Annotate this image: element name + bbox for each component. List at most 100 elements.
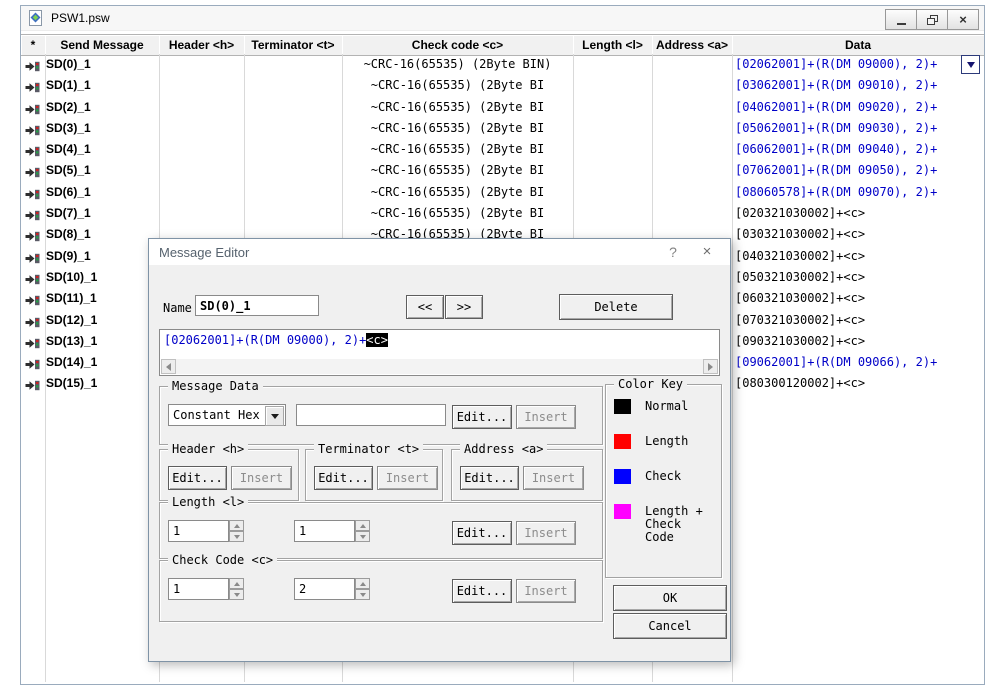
window-titlebar[interactable]: PSW1.psw × xyxy=(21,6,984,31)
header-group: Header <h> Edit... Insert xyxy=(159,449,299,501)
message-editor-textarea[interactable]: [02062001]+(R(DM 09000), 2)+<c> xyxy=(159,329,720,376)
spinner-up-icon xyxy=(360,579,366,586)
send-message-icon xyxy=(25,357,40,368)
color-key-group-label: Color Key xyxy=(614,377,687,391)
address-edit-button[interactable]: Edit... xyxy=(460,466,519,490)
row-check-code: ~CRC-16(65535) (2Byte BI xyxy=(342,185,573,199)
send-message-icon xyxy=(25,208,40,219)
data-type-select[interactable]: Constant Hex xyxy=(168,404,286,426)
check-code-spinner-1[interactable] xyxy=(229,578,244,600)
header-group-label: Header <h> xyxy=(168,442,248,456)
dialog-close-button[interactable]: × xyxy=(698,242,716,260)
column-header-checkcode: Check code <c> xyxy=(342,35,574,55)
cancel-button[interactable]: Cancel xyxy=(613,613,727,639)
length-input-2[interactable]: 1 xyxy=(294,520,355,542)
row-data: [040321030002]+<c> xyxy=(735,249,981,263)
table-row[interactable]: SD(6)_1 ~CRC-16(65535) (2Byte BI [080605… xyxy=(21,182,984,203)
restore-icon xyxy=(927,15,938,25)
color-swatch xyxy=(614,504,631,519)
check-code-spinner-2[interactable] xyxy=(355,578,370,600)
color-key-label: Length + Check Code xyxy=(645,505,714,544)
message-data-group-label: Message Data xyxy=(168,379,263,393)
table-row[interactable]: SD(1)_1 ~CRC-16(65535) (2Byte BI [030620… xyxy=(21,75,984,96)
row-name: SD(5)_1 xyxy=(46,163,91,177)
row-check-code: ~CRC-16(65535) (2Byte BI xyxy=(342,121,573,135)
terminator-edit-button[interactable]: Edit... xyxy=(314,466,373,490)
dialog-title: Message Editor xyxy=(159,245,249,260)
row-name: SD(3)_1 xyxy=(46,121,91,135)
row-name: SD(11)_1 xyxy=(46,291,97,305)
table-row[interactable]: SD(4)_1 ~CRC-16(65535) (2Byte BI [060620… xyxy=(21,139,984,160)
send-message-icon xyxy=(25,123,40,134)
row-name: SD(9)_1 xyxy=(46,249,91,263)
check-code-group: Check Code <c> 1 2 Edit... Insert xyxy=(159,560,603,622)
scroll-right-button[interactable] xyxy=(703,359,718,374)
scroll-left-button[interactable] xyxy=(161,359,176,374)
cell-dropdown-button[interactable] xyxy=(961,55,980,74)
address-insert-button[interactable]: Insert xyxy=(523,466,584,490)
check-code-edit-button[interactable]: Edit... xyxy=(452,579,512,603)
delete-button[interactable]: Delete xyxy=(559,294,673,320)
row-data: [08060578]+(R(DM 09070), 2)+ xyxy=(735,185,981,199)
color-key-item: Normal xyxy=(614,399,714,433)
row-data: [09062001]+(R(DM 09066), 2)+ xyxy=(735,355,981,369)
row-name: SD(8)_1 xyxy=(46,227,91,241)
chevron-right-icon xyxy=(708,363,717,371)
chevron-down-icon xyxy=(967,62,975,72)
length-spinner-1[interactable] xyxy=(229,520,244,542)
terminator-insert-button[interactable]: Insert xyxy=(377,466,438,490)
length-edit-button[interactable]: Edit... xyxy=(452,521,512,545)
table-row[interactable]: SD(5)_1 ~CRC-16(65535) (2Byte BI [070620… xyxy=(21,160,984,181)
next-message-button[interactable]: >> xyxy=(445,295,483,319)
length-input-1[interactable]: 1 xyxy=(168,520,229,542)
table-row[interactable]: SD(7)_1 ~CRC-16(65535) (2Byte BI [020321… xyxy=(21,203,984,224)
message-editor-dialog: Message Editor ? × Name << >> Delete [02… xyxy=(148,238,731,662)
ok-button[interactable]: OK xyxy=(613,585,727,611)
color-swatch xyxy=(614,469,631,484)
close-button[interactable]: × xyxy=(947,9,979,30)
row-data: [070321030002]+<c> xyxy=(735,313,981,327)
restore-button[interactable] xyxy=(916,9,948,30)
row-name: SD(2)_1 xyxy=(46,100,91,114)
dialog-titlebar[interactable]: Message Editor ? × xyxy=(149,239,730,265)
length-spinner-2[interactable] xyxy=(355,520,370,542)
check-code-input-2[interactable]: 2 xyxy=(294,578,355,600)
send-message-icon xyxy=(25,80,40,91)
combo-dropdown-button[interactable] xyxy=(265,406,284,426)
column-header-star: * xyxy=(21,35,46,55)
row-data: [060321030002]+<c> xyxy=(735,291,981,305)
check-code-insert-button[interactable]: Insert xyxy=(516,579,576,603)
editor-text: [02062001]+(R(DM 09000), 2)+ xyxy=(164,333,366,347)
minimize-button[interactable] xyxy=(885,9,917,30)
table-row[interactable]: SD(2)_1 ~CRC-16(65535) (2Byte BI [040620… xyxy=(21,97,984,118)
row-name: SD(1)_1 xyxy=(46,78,91,92)
message-data-edit-button[interactable]: Edit... xyxy=(452,405,512,429)
terminator-group: Terminator <t> Edit... Insert xyxy=(305,449,443,501)
row-name: SD(0)_1 xyxy=(46,57,91,71)
header-insert-button[interactable]: Insert xyxy=(231,466,292,490)
row-data: [07062001]+(R(DM 09050), 2)+ xyxy=(735,163,981,177)
table-row[interactable]: SD(0)_1 ~CRC-16(65535) (2Byte BIN) [0206… xyxy=(21,54,984,75)
send-message-icon xyxy=(25,165,40,176)
header-edit-button[interactable]: Edit... xyxy=(168,466,227,490)
color-key-item: Length xyxy=(614,434,714,468)
minimize-icon xyxy=(897,23,906,25)
column-header-terminator: Terminator <t> xyxy=(244,35,343,55)
row-check-code: ~CRC-16(65535) (2Byte BIN) xyxy=(342,57,573,71)
table-row[interactable]: SD(3)_1 ~CRC-16(65535) (2Byte BI [050620… xyxy=(21,118,984,139)
row-name: SD(4)_1 xyxy=(46,142,91,156)
message-data-insert-button[interactable]: Insert xyxy=(516,405,576,429)
row-name: SD(6)_1 xyxy=(46,185,91,199)
editor-hscrollbar[interactable] xyxy=(161,359,718,374)
send-message-icon xyxy=(25,59,40,70)
message-data-input[interactable] xyxy=(296,404,446,426)
send-message-icon xyxy=(25,187,40,198)
color-key-item: Check xyxy=(614,469,714,503)
length-group: Length <l> 1 1 Edit... Insert xyxy=(159,502,603,559)
check-code-input-1[interactable]: 1 xyxy=(168,578,229,600)
length-insert-button[interactable]: Insert xyxy=(516,521,576,545)
name-input[interactable] xyxy=(195,295,319,316)
row-data: [050321030002]+<c> xyxy=(735,270,981,284)
prev-message-button[interactable]: << xyxy=(406,295,444,319)
dialog-help-button[interactable]: ? xyxy=(664,243,682,261)
